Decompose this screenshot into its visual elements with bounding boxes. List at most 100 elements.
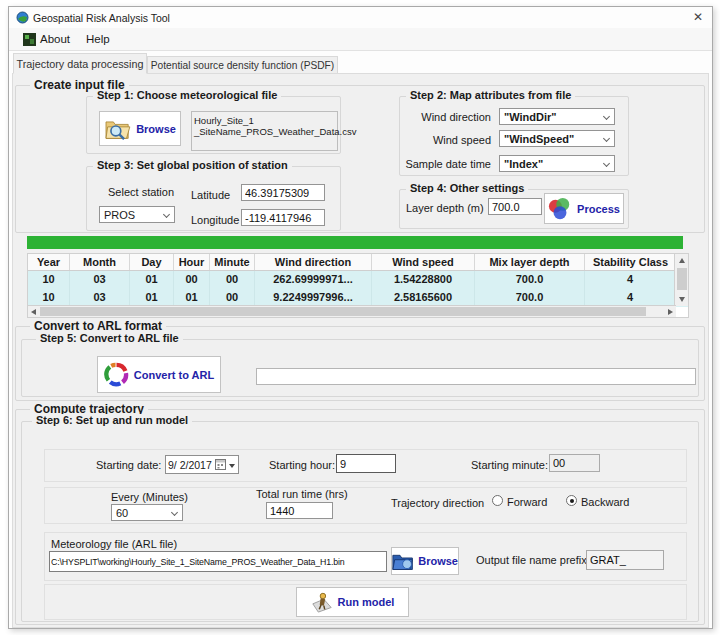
tab-psdf[interactable]: Potential source density function (PSDF) bbox=[147, 56, 338, 74]
col-year: Year bbox=[28, 254, 70, 270]
chevron-down-icon bbox=[603, 160, 610, 167]
step5-title: Step 5: Convert to ARL file bbox=[36, 332, 183, 344]
wind-speed-label: Wind speed bbox=[404, 134, 491, 146]
latitude-field[interactable] bbox=[241, 184, 325, 201]
folder-search-icon bbox=[104, 117, 131, 140]
run-model-icon bbox=[311, 591, 333, 613]
radio-forward[interactable] bbox=[492, 495, 503, 506]
table-header-row: Year Month Day Hour Minute Wind directio… bbox=[28, 254, 688, 271]
met-file-path-field[interactable] bbox=[49, 551, 387, 572]
layer-depth-label: Layer depth (m) bbox=[406, 202, 484, 214]
horizontal-scrollbar[interactable] bbox=[28, 305, 676, 317]
starting-minute-field[interactable] bbox=[549, 454, 600, 472]
rgb-circles-icon bbox=[548, 197, 572, 221]
col-wind-direction: Wind direction bbox=[255, 254, 372, 270]
select-station-label: Select station bbox=[108, 186, 174, 198]
total-run-time-field[interactable] bbox=[266, 502, 333, 519]
horizontal-scroll-thumb[interactable] bbox=[40, 307, 646, 316]
total-run-time-label: Total run time (hrs) bbox=[256, 488, 348, 500]
forward-label: Forward bbox=[507, 496, 547, 508]
trajectory-direction-label: Trajectory direction bbox=[391, 497, 484, 509]
chevron-down-icon bbox=[603, 113, 610, 120]
scroll-up-icon[interactable] bbox=[679, 258, 685, 263]
station-select[interactable]: PROS bbox=[99, 206, 175, 223]
scroll-down-icon[interactable] bbox=[679, 297, 685, 302]
menu-help[interactable]: Help bbox=[86, 33, 110, 45]
step2-title: Step 2: Map attributes from file bbox=[406, 89, 575, 101]
step4-title: Step 4: Other settings bbox=[406, 182, 528, 194]
step6-title: Step 6: Set up and run model bbox=[32, 414, 192, 426]
process-label: Process bbox=[577, 203, 620, 215]
starting-hour-field[interactable] bbox=[336, 454, 396, 473]
blue-folder-icon bbox=[392, 552, 413, 571]
convert-progress-bar bbox=[256, 368, 696, 385]
step1-title: Step 1: Choose meteorological file bbox=[93, 89, 281, 101]
starting-date-label: Starting date: bbox=[96, 459, 161, 471]
chevron-down-icon bbox=[163, 211, 170, 218]
starting-minute-label: Starting minute: bbox=[471, 459, 548, 471]
chevron-down-icon bbox=[229, 464, 235, 468]
station-value: PROS bbox=[104, 209, 135, 221]
starting-date-value: 9/ 2/2017 bbox=[168, 459, 212, 471]
layer-depth-field[interactable] bbox=[488, 198, 542, 215]
sample-date-time-label: Sample date time bbox=[404, 158, 491, 170]
vertical-scroll-thumb[interactable] bbox=[677, 268, 687, 290]
app-window: Geospatial Risk Analysis Tool ✕ About He… bbox=[8, 6, 713, 629]
radio-selected-dot bbox=[570, 499, 575, 504]
longitude-field[interactable] bbox=[241, 209, 325, 226]
process-button[interactable]: Process bbox=[544, 193, 624, 224]
col-month: Month bbox=[70, 254, 130, 270]
longitude-label: Longitude bbox=[191, 214, 239, 226]
vertical-scrollbar[interactable] bbox=[674, 254, 688, 306]
every-minutes-select[interactable]: 60 bbox=[111, 504, 183, 521]
met-browse-label: Browse bbox=[418, 555, 458, 567]
wind-speed-value: "WindSpeed" bbox=[504, 133, 574, 145]
convert-title: Convert to ARL format bbox=[30, 319, 166, 333]
convert-to-arl-button[interactable]: Convert to ARL bbox=[97, 356, 221, 393]
menu-about[interactable]: About bbox=[40, 33, 70, 45]
chevron-down-icon bbox=[171, 509, 178, 516]
wind-direction-value: "WindDir" bbox=[504, 111, 557, 123]
step1-selected-file: Hourly_Site_1 _SiteName_PROS_Weather_Dat… bbox=[191, 111, 338, 151]
col-minute: Minute bbox=[210, 254, 255, 270]
col-day: Day bbox=[130, 254, 174, 270]
met-browse-button[interactable]: Browse bbox=[391, 547, 459, 575]
title-bar: Geospatial Risk Analysis Tool ✕ bbox=[9, 7, 712, 28]
sample-date-time-value: "Index" bbox=[504, 158, 543, 170]
tab-trajectory-data-processing[interactable]: Trajectory data processing bbox=[13, 53, 147, 74]
starting-date-picker[interactable]: 9/ 2/2017 bbox=[165, 455, 239, 474]
step1-file-line2: _SiteName_PROS_Weather_Data.csv bbox=[194, 126, 335, 137]
convert-to-arl-label: Convert to ARL bbox=[134, 369, 214, 381]
step1-browse-button[interactable]: Browse bbox=[99, 111, 181, 146]
wind-direction-select[interactable]: "WindDir" bbox=[499, 108, 615, 125]
output-prefix-label: Output file name prefix bbox=[476, 554, 587, 566]
window-title: Geospatial Risk Analysis Tool bbox=[33, 12, 170, 24]
calendar-icon bbox=[215, 459, 226, 470]
col-stability-class: Stability Class bbox=[585, 254, 676, 270]
wind-speed-select[interactable]: "WindSpeed" bbox=[499, 130, 615, 147]
wind-direction-label: Wind direction bbox=[404, 111, 491, 123]
backward-label: Backward bbox=[581, 496, 629, 508]
starting-hour-label: Starting hour: bbox=[269, 459, 335, 471]
scroll-left-icon[interactable] bbox=[31, 309, 36, 315]
latitude-label: Latitude bbox=[191, 189, 230, 201]
step1-file-line1: Hourly_Site_1 bbox=[194, 115, 335, 126]
close-icon[interactable]: ✕ bbox=[693, 10, 703, 24]
every-minutes-value: 60 bbox=[116, 507, 128, 519]
col-mix-layer-depth: Mix layer depth bbox=[475, 254, 585, 270]
output-prefix-field[interactable] bbox=[586, 550, 664, 570]
run-model-button[interactable]: Run model bbox=[296, 587, 409, 617]
progress-bar bbox=[27, 236, 683, 249]
menu-app-icon bbox=[23, 33, 36, 46]
radio-backward[interactable] bbox=[566, 495, 577, 506]
every-minutes-label: Every (Minutes) bbox=[111, 491, 188, 503]
scroll-right-icon[interactable] bbox=[668, 309, 673, 315]
sample-date-time-select[interactable]: "Index" bbox=[499, 155, 615, 172]
weather-data-table[interactable]: Year Month Day Hour Minute Wind directio… bbox=[27, 253, 689, 318]
menu-bar: About Help bbox=[9, 28, 712, 51]
table-row[interactable]: 10 03 01 00 00 262.69999971... 1.5422880… bbox=[28, 271, 688, 289]
color-ring-icon bbox=[104, 362, 129, 387]
col-wind-speed: Wind speed bbox=[372, 254, 475, 270]
step1-browse-label: Browse bbox=[136, 123, 176, 135]
chevron-down-icon bbox=[603, 135, 610, 142]
